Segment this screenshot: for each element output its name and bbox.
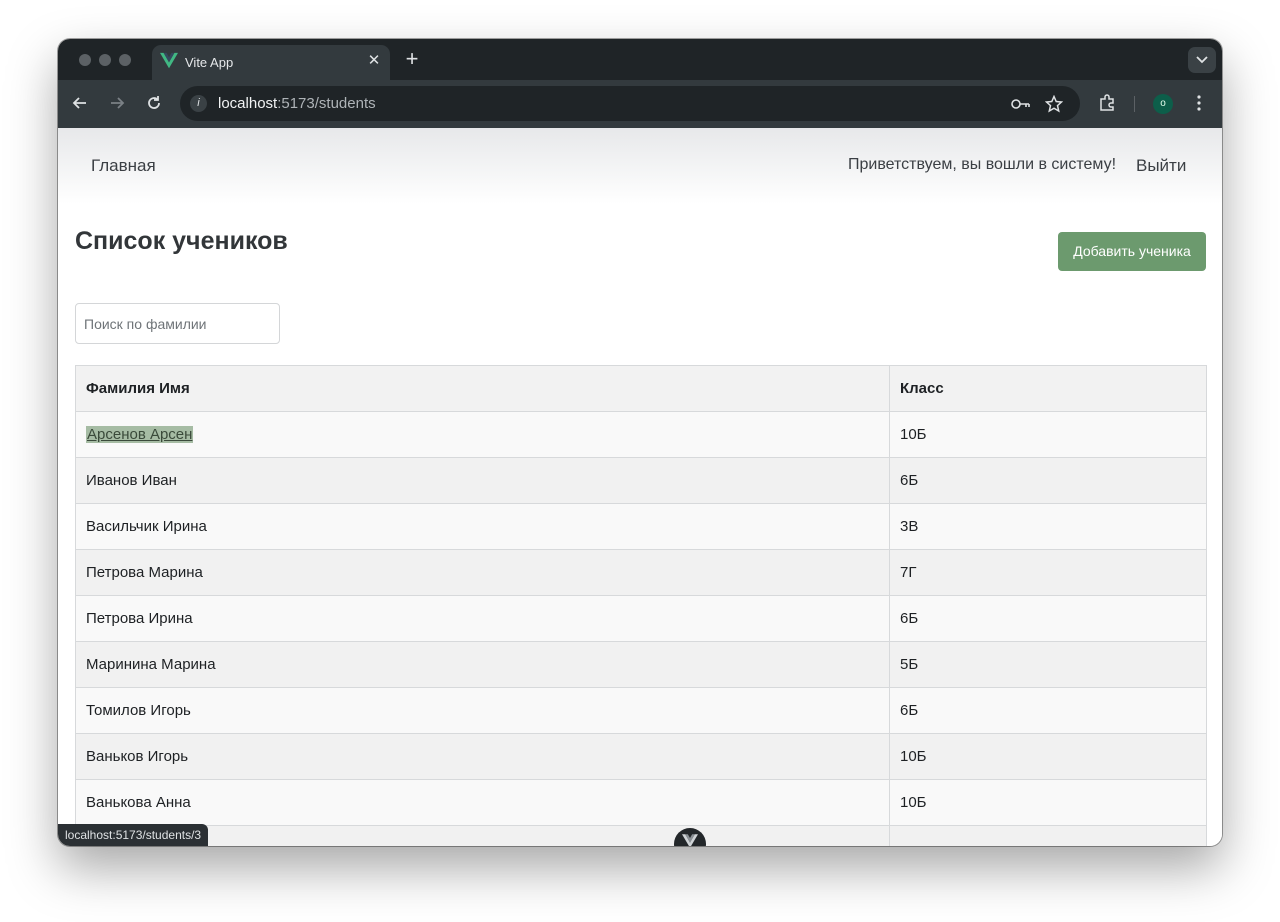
column-header-class: Класс bbox=[889, 365, 1207, 412]
student-name-cell[interactable]: Маринина Марина bbox=[75, 641, 890, 688]
student-class-cell: 7Г bbox=[889, 549, 1207, 596]
tab-search-button[interactable] bbox=[1188, 47, 1216, 73]
student-class-cell: 6Б bbox=[889, 457, 1207, 504]
page-title: Список учеников bbox=[75, 227, 288, 255]
nav-home-link[interactable]: Главная bbox=[91, 156, 156, 176]
reload-icon bbox=[148, 96, 160, 109]
browser-tab[interactable]: Vite App ✕ bbox=[152, 45, 390, 80]
puzzle-icon bbox=[1100, 94, 1114, 111]
back-button[interactable] bbox=[69, 92, 91, 114]
table-row[interactable]: Петрова Ирина 6Б bbox=[75, 595, 1207, 642]
kebab-menu-icon bbox=[1197, 95, 1201, 111]
maximize-window-button[interactable] bbox=[119, 54, 131, 66]
profile-avatar[interactable]: o bbox=[1153, 94, 1173, 114]
students-table: Фамилия Имя Класс Арсенов Арсен 10Б Иван… bbox=[75, 365, 1207, 846]
student-name-link[interactable]: Арсенов Арсен bbox=[86, 426, 194, 443]
forward-button[interactable] bbox=[106, 92, 128, 114]
add-student-button[interactable]: Добавить ученика bbox=[1058, 232, 1206, 271]
student-class-cell: 10Б bbox=[889, 411, 1207, 458]
student-class-cell bbox=[889, 825, 1207, 846]
table-row[interactable]: Иванов Иван 6Б bbox=[75, 457, 1207, 504]
extensions-button[interactable] bbox=[1096, 92, 1118, 114]
url-host: localhost bbox=[218, 95, 278, 112]
top-navbar: Главная Приветствуем, вы вошли в систему… bbox=[58, 128, 1222, 204]
table-row[interactable]: Петрова Марина 7Г bbox=[75, 549, 1207, 596]
table-row[interactable] bbox=[75, 825, 1207, 846]
student-class-cell: 6Б bbox=[889, 595, 1207, 642]
student-class-cell: 10Б bbox=[889, 779, 1207, 826]
table-header-row: Фамилия Имя Класс bbox=[75, 365, 1207, 412]
address-url[interactable]: localhost:5173/students bbox=[218, 95, 376, 112]
student-name-cell[interactable]: Петрова Ирина bbox=[75, 595, 890, 642]
tab-title: Vite App bbox=[185, 55, 234, 70]
page-content: Главная Приветствуем, вы вошли в систему… bbox=[58, 128, 1222, 846]
back-arrow-icon bbox=[72, 97, 86, 109]
vue-logo-icon bbox=[160, 52, 178, 69]
student-name-cell[interactable]: Ваньков Игорь bbox=[75, 733, 890, 780]
browser-window: Vite App ✕ + i localhost:5173/students o… bbox=[58, 39, 1222, 846]
new-tab-button[interactable]: + bbox=[401, 48, 423, 70]
student-name-cell[interactable]: Васильчик Ирина bbox=[75, 503, 890, 550]
link-status-bar: localhost:5173/students/3 bbox=[58, 824, 209, 846]
url-path: :5173/students bbox=[277, 95, 376, 112]
close-window-button[interactable] bbox=[79, 54, 91, 66]
forward-arrow-icon bbox=[111, 97, 125, 109]
table-row[interactable]: Ванькова Анна 10Б bbox=[75, 779, 1207, 826]
browser-toolbar: i localhost:5173/students o bbox=[58, 80, 1222, 128]
browser-menu-button[interactable] bbox=[1188, 92, 1210, 114]
student-name-cell[interactable]: Томилов Игорь bbox=[75, 687, 890, 734]
search-input[interactable] bbox=[75, 303, 280, 344]
address-bar[interactable]: i localhost:5173/students bbox=[180, 86, 1080, 121]
welcome-message: Приветствуем, вы вошли в систему! bbox=[848, 156, 1117, 173]
table-row[interactable]: Васильчик Ирина 3В bbox=[75, 503, 1207, 550]
table-row[interactable]: Ваньков Игорь 10Б bbox=[75, 733, 1207, 780]
column-header-name: Фамилия Имя bbox=[75, 365, 890, 412]
student-class-cell: 5Б bbox=[889, 641, 1207, 688]
bookmark-star-icon[interactable] bbox=[1044, 94, 1064, 114]
reload-button[interactable] bbox=[143, 92, 165, 114]
table-row[interactable]: Томилов Игорь 6Б bbox=[75, 687, 1207, 734]
student-name-cell[interactable]: Иванов Иван bbox=[75, 457, 890, 504]
table-row[interactable]: Маринина Марина 5Б bbox=[75, 641, 1207, 688]
student-class-cell: 6Б bbox=[889, 687, 1207, 734]
table-row[interactable]: Арсенов Арсен 10Б bbox=[75, 411, 1207, 458]
student-name-cell[interactable]: Петрова Марина bbox=[75, 549, 890, 596]
tab-close-icon[interactable]: ✕ bbox=[366, 53, 382, 69]
password-key-icon[interactable] bbox=[1011, 94, 1031, 114]
minimize-window-button[interactable] bbox=[99, 54, 111, 66]
site-info-icon[interactable]: i bbox=[190, 95, 207, 112]
chevron-down-icon bbox=[1196, 56, 1208, 64]
student-name-cell[interactable]: Ванькова Анна bbox=[75, 779, 890, 826]
tab-strip: Vite App ✕ + bbox=[58, 39, 1222, 80]
toolbar-separator bbox=[1134, 96, 1135, 112]
student-name-cell: Арсенов Арсен bbox=[75, 411, 890, 458]
vue-devtools-icon bbox=[682, 834, 698, 846]
student-class-cell: 10Б bbox=[889, 733, 1207, 780]
logout-link[interactable]: Выйти bbox=[1136, 156, 1186, 176]
student-class-cell: 3В bbox=[889, 503, 1207, 550]
